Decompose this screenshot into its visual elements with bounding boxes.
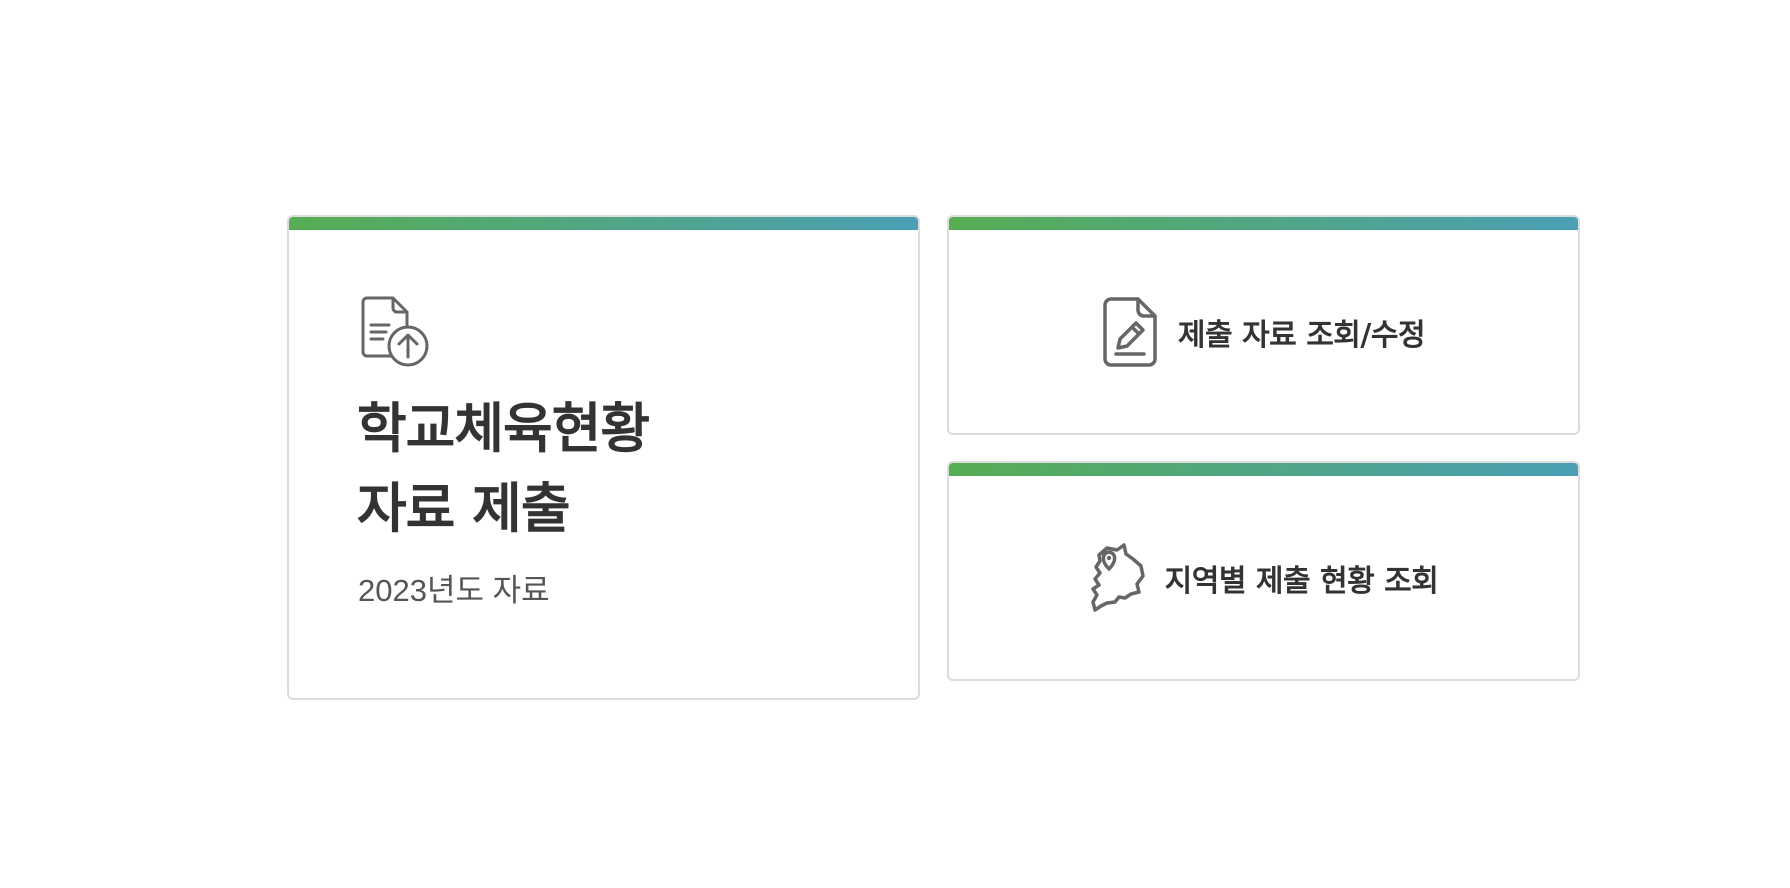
card-content: 지역별 제출 현황 조회 <box>949 476 1578 679</box>
document-upload-icon <box>361 296 429 367</box>
title-line-2: 자료 제출 <box>357 477 571 540</box>
view-edit-submission-card[interactable]: 제출 자료 조회/수정 <box>947 215 1580 435</box>
title-line-1: 학교체육현황 <box>357 397 650 460</box>
card-accent-bar <box>949 217 1578 230</box>
page-title: 학교체육현황 자료 제출 <box>357 389 650 549</box>
year-subtitle: 2023년도 자료 <box>358 573 550 608</box>
submit-data-card[interactable]: 학교체육현황 자료 제출 2023년도 자료 <box>287 215 920 700</box>
view-edit-label: 제출 자료 조회/수정 <box>1177 317 1426 353</box>
regional-status-label: 지역별 제출 현황 조회 <box>1164 563 1439 599</box>
regional-status-card[interactable]: 지역별 제출 현황 조회 <box>947 461 1580 681</box>
document-edit-icon <box>1103 296 1157 367</box>
card-accent-bar <box>949 463 1578 476</box>
card-accent-bar <box>289 217 918 230</box>
korea-map-pin-icon <box>1090 542 1145 612</box>
card-content: 제출 자료 조회/수정 <box>949 230 1578 433</box>
